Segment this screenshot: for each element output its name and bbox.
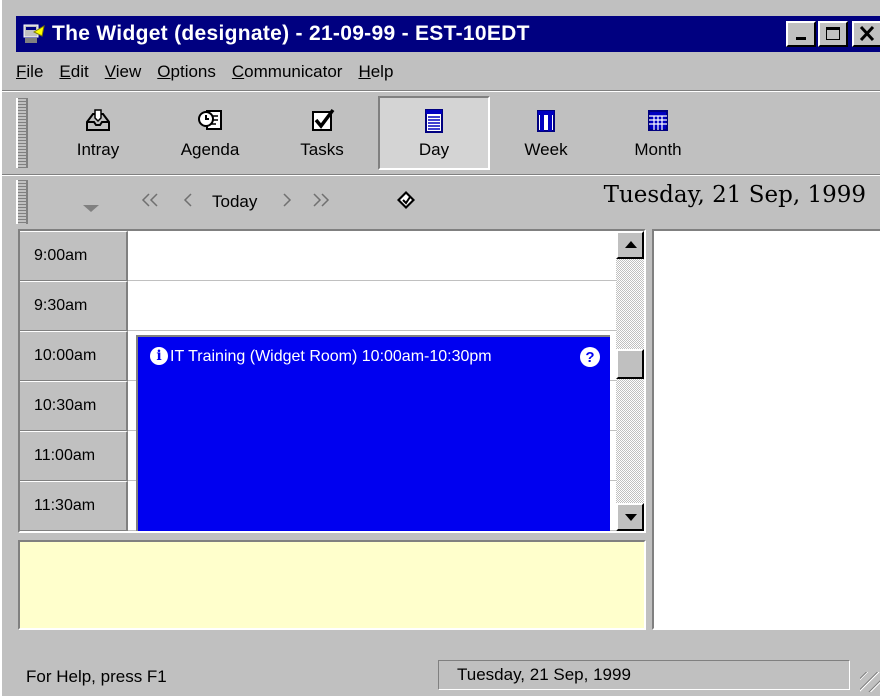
menu-help[interactable]: Help <box>358 62 393 82</box>
last-button[interactable] <box>311 192 331 212</box>
menu-options-accel: O <box>157 62 171 81</box>
menu-view-label: iew <box>115 62 142 81</box>
status-help-text: For Help, press F1 <box>26 667 167 686</box>
current-date-display: Tuesday, 21 Sep, 1999 <box>603 182 866 208</box>
time-label: 10:00am <box>20 331 128 381</box>
right-arrow-icon <box>283 193 292 207</box>
time-label: 11:30am <box>20 481 128 531</box>
menu-file[interactable]: File <box>16 62 43 82</box>
date-navbar: Today Tuesday, 21 Sep, 1999 <box>42 180 880 224</box>
menu-communicator-accel: C <box>231 62 245 81</box>
scroll-thumb[interactable] <box>616 349 644 379</box>
appointment-block[interactable]: i ? IT Training (Widget Room) 10:00am-10… <box>136 335 610 531</box>
app-icon[interactable] <box>22 22 46 46</box>
info-icon[interactable]: i <box>150 347 168 365</box>
dropdown-button[interactable] <box>82 199 100 219</box>
diamond-calendar-icon <box>397 190 416 209</box>
maximize-icon <box>826 27 840 40</box>
window-title: The Widget (designate) - 21-09-99 - EST-… <box>52 22 530 45</box>
arrow-down-icon <box>625 514 637 521</box>
menu-edit-label: dit <box>70 62 89 81</box>
time-label: 11:00am <box>20 431 128 481</box>
menu-options[interactable]: Options <box>157 62 216 82</box>
day-icon <box>419 106 449 136</box>
title-bar[interactable]: The Widget (designate) - 21-09-99 - EST-… <box>16 16 880 52</box>
time-column: 9:00am 9:30am 10:00am 10:30am 11:00am 11… <box>20 231 128 531</box>
tasks-icon <box>307 106 337 136</box>
left-arrow-icon <box>183 193 192 207</box>
scroll-down-button[interactable] <box>616 503 644 531</box>
scroll-up-button[interactable] <box>616 231 644 259</box>
double-right-arrow-icon <box>313 193 330 207</box>
menu-bar: File Edit View Options Communicator Help <box>16 57 409 87</box>
next-button[interactable] <box>281 192 293 212</box>
double-left-arrow-icon <box>141 193 158 207</box>
menu-view-accel: V <box>104 62 116 81</box>
tasks-button[interactable]: Tasks <box>266 96 378 170</box>
intray-label: Intray <box>76 140 120 159</box>
menu-view[interactable]: View <box>105 62 142 82</box>
day-view[interactable]: 9:00am 9:30am 10:00am 10:30am 11:00am 11… <box>18 229 646 533</box>
tasks-label: Tasks <box>300 140 344 159</box>
day-button[interactable]: Day <box>378 96 490 170</box>
navbar-divider <box>2 174 880 176</box>
vertical-scrollbar[interactable] <box>616 231 644 531</box>
menu-communicator-label: ommunicator <box>244 62 343 81</box>
menu-help-accel: H <box>358 62 371 81</box>
help-icon[interactable]: ? <box>580 347 600 367</box>
month-button[interactable]: Month <box>602 96 714 170</box>
month-icon <box>643 106 673 136</box>
menu-file-accel: F <box>16 62 27 81</box>
toolbar-grip[interactable] <box>16 98 28 168</box>
chevron-down-icon <box>83 205 99 212</box>
resize-grip-icon[interactable] <box>860 672 880 692</box>
week-button[interactable]: Week <box>490 96 602 170</box>
menu-file-label: ile <box>26 62 44 81</box>
status-date-text: Tuesday, 21 Sep, 1999 <box>457 665 631 684</box>
menu-options-label: ptions <box>170 62 216 81</box>
status-date-panel: Tuesday, 21 Sep, 1999 <box>438 660 850 690</box>
time-label: 9:00am <box>20 231 128 281</box>
maximize-button[interactable] <box>818 21 848 47</box>
close-icon <box>859 25 875 42</box>
week-label: Week <box>524 140 568 159</box>
intray-button[interactable]: Intray <box>42 96 154 170</box>
time-label: 9:30am <box>20 281 128 331</box>
status-bar: For Help, press F1 Tuesday, 21 Sep, 1999 <box>2 656 880 696</box>
arrow-up-icon <box>625 241 637 248</box>
notes-pane[interactable] <box>18 540 646 630</box>
agenda-button[interactable]: Agenda <box>154 96 266 170</box>
week-icon <box>531 106 561 136</box>
time-slot-row[interactable] <box>128 281 616 331</box>
menu-communicator[interactable]: Communicator <box>232 62 343 82</box>
today-button[interactable]: Today <box>212 192 257 212</box>
menu-help-label: elp <box>370 62 394 81</box>
navbar-grip[interactable] <box>16 180 28 224</box>
goto-date-button[interactable] <box>395 189 417 216</box>
day-label: Day <box>418 140 450 159</box>
previous-button[interactable] <box>182 192 194 212</box>
toolbar-divider <box>2 90 880 92</box>
first-button[interactable] <box>140 192 160 212</box>
minimize-button[interactable] <box>786 21 816 47</box>
intray-icon <box>83 106 113 136</box>
appointment-text: IT Training (Widget Room) 10:00am-10:30p… <box>170 348 492 365</box>
time-slot-row[interactable] <box>128 231 616 281</box>
agenda-label: Agenda <box>180 140 240 159</box>
app-window: The Widget (designate) - 21-09-99 - EST-… <box>0 0 880 696</box>
agenda-icon <box>195 106 225 136</box>
minimize-icon <box>796 37 806 40</box>
menu-edit-accel: E <box>59 62 71 81</box>
main-toolbar: Intray Agenda Tasks Day Week Month <box>42 96 714 172</box>
month-label: Month <box>634 140 682 159</box>
menu-edit[interactable]: Edit <box>59 62 88 82</box>
time-label: 10:30am <box>20 381 128 431</box>
close-button[interactable] <box>852 21 880 47</box>
side-pane[interactable] <box>652 229 880 630</box>
